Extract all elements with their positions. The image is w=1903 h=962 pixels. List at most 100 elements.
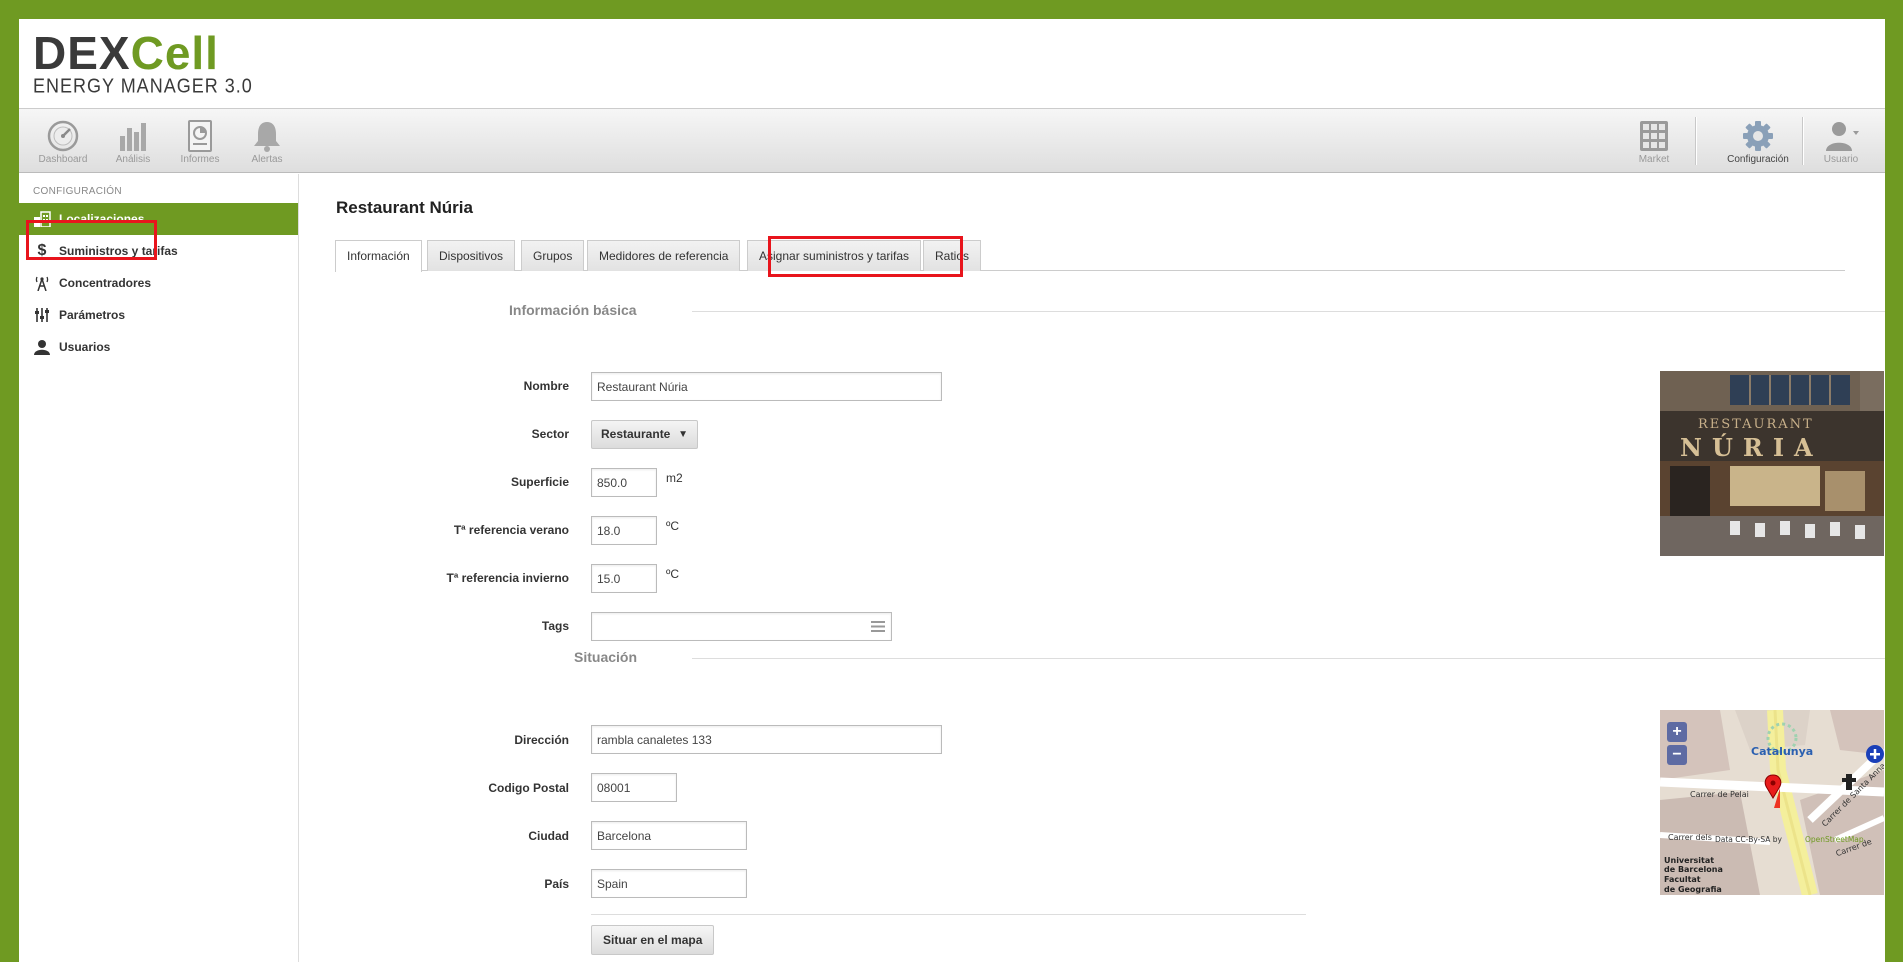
toolbar-configuracion-label: Configuración xyxy=(1727,154,1789,165)
nombre-input[interactable] xyxy=(591,372,942,401)
t-verano-input[interactable] xyxy=(591,516,657,545)
tab-medidores[interactable]: Medidores de referencia xyxy=(587,240,741,271)
sliders-icon xyxy=(35,308,49,322)
map-attribution-prefix: Data CC-By-SA by xyxy=(1715,835,1783,844)
chevron-down-icon: ▼ xyxy=(678,429,688,440)
direccion-input[interactable] xyxy=(591,725,942,754)
toolbar-separator xyxy=(1695,117,1696,165)
gear-icon xyxy=(1743,121,1773,151)
toolbar-usuario-label: Usuario xyxy=(1823,154,1859,165)
zoom-out-button[interactable]: − xyxy=(1667,745,1687,765)
map-image: Catalunya Carrer de Pelai Carrer de Sant… xyxy=(1660,710,1884,895)
logo-brand-green: Cell xyxy=(130,27,219,79)
sidebar-item-label: Suministros y tarifas xyxy=(59,244,178,258)
photo-sign-top: RESTAURANT xyxy=(1698,417,1814,432)
location-map[interactable]: Catalunya Carrer de Pelai Carrer de Sant… xyxy=(1660,710,1884,895)
map-label-street1: Carrer de Pelai xyxy=(1690,790,1749,799)
label-pais: País xyxy=(544,877,569,891)
sidebar-item-label: Localizaciones xyxy=(59,212,145,226)
sidebar-item-concentradores[interactable]: Concentradores xyxy=(19,267,298,299)
label-t-verano: Tª referencia verano xyxy=(453,523,569,537)
tab-grupos[interactable]: Grupos xyxy=(521,240,585,271)
header: DEXCell ENERGY MANAGER 3.0 xyxy=(19,19,1885,109)
dexcell-logo[interactable]: DEXCell ENERGY MANAGER 3.0 xyxy=(33,30,253,96)
zoom-in-button[interactable]: + xyxy=(1667,722,1687,742)
toolbar-market[interactable]: Market xyxy=(1622,119,1686,165)
toolbar-market-label: Market xyxy=(1638,154,1670,165)
t-invierno-input[interactable] xyxy=(591,564,657,593)
section-title-basic: Información básica xyxy=(509,302,637,318)
map-attribution-link: OpenStreetMap xyxy=(1805,835,1864,844)
toolbar-alertas[interactable]: Alertas xyxy=(235,119,299,165)
logo-brand-dark: DEX xyxy=(33,27,131,79)
sidebar: CONFIGURACIÓN Localizaciones $ Suministr… xyxy=(19,174,299,962)
cp-input[interactable] xyxy=(591,773,677,802)
tab-ratios[interactable]: Ratios xyxy=(923,240,982,271)
gauge-icon xyxy=(47,120,79,152)
tab-asignar-suministros[interactable]: Asignar suministros y tarifas xyxy=(747,240,922,271)
sidebar-item-label: Parámetros xyxy=(59,308,126,322)
label-tags: Tags xyxy=(541,619,569,633)
tags-input[interactable] xyxy=(591,612,892,641)
sector-select[interactable]: Restaurante ▼ xyxy=(591,420,698,449)
label-nombre: Nombre xyxy=(523,379,569,393)
main-content: Restaurant Núria Información Dispositivo… xyxy=(300,174,1885,962)
section-divider xyxy=(692,658,1885,659)
antenna-icon xyxy=(35,276,49,291)
map-label-uni4: de Geografia xyxy=(1664,885,1722,894)
t-verano-unit: ºC xyxy=(666,519,680,533)
buildings-icon xyxy=(34,211,51,227)
tab-bar: Información Dispositivos Grupos Medidore… xyxy=(335,240,1845,272)
user-icon xyxy=(34,340,50,355)
restaurant-photo-image: RESTAURANT NÚRIA xyxy=(1660,371,1884,556)
main-toolbar: Dashboard Análisis Informes Alertas Mark… xyxy=(19,109,1885,173)
label-cp: Codigo Postal xyxy=(488,781,569,795)
bell-icon xyxy=(254,122,280,152)
map-label-place: Catalunya xyxy=(1751,745,1813,758)
sidebar-item-suministros[interactable]: $ Suministros y tarifas xyxy=(19,235,298,267)
sector-value: Restaurante xyxy=(601,427,671,441)
section-title-location: Situación xyxy=(574,649,638,665)
toolbar-informes[interactable]: Informes xyxy=(168,119,232,165)
sidebar-item-label: Usuarios xyxy=(59,340,111,354)
superficie-unit: m2 xyxy=(666,471,683,485)
situar-mapa-button[interactable]: Situar en el mapa xyxy=(591,925,715,955)
map-label-uni3: Facultat xyxy=(1664,875,1701,884)
dollar-icon: $ xyxy=(37,242,47,259)
list-icon xyxy=(871,621,885,632)
sidebar-item-parametros[interactable]: Parámetros xyxy=(19,299,298,331)
grid-icon xyxy=(1640,121,1668,151)
label-sector: Sector xyxy=(531,427,569,441)
app-window: DEXCell ENERGY MANAGER 3.0 Dashboard Aná… xyxy=(19,19,1885,962)
location-photo: RESTAURANT NÚRIA xyxy=(1660,371,1884,556)
tab-dispositivos[interactable]: Dispositivos xyxy=(427,240,516,271)
pais-input[interactable] xyxy=(591,869,747,898)
toolbar-analisis[interactable]: Análisis xyxy=(101,119,165,165)
toolbar-usuario[interactable]: Usuario xyxy=(1809,119,1873,165)
t-invierno-unit: ºC xyxy=(666,567,680,581)
map-label-uni1: Universitat xyxy=(1664,856,1714,865)
photo-sign-main: NÚRIA xyxy=(1680,433,1823,462)
toolbar-separator xyxy=(1802,117,1803,165)
form-divider xyxy=(591,914,1306,915)
bar-chart-icon xyxy=(120,123,146,151)
sidebar-heading: CONFIGURACIÓN xyxy=(33,186,122,197)
toolbar-dashboard[interactable]: Dashboard xyxy=(31,119,95,165)
toolbar-alertas-label: Alertas xyxy=(251,154,283,165)
label-t-invierno: Tª referencia invierno xyxy=(446,571,569,585)
page-title: Restaurant Núria xyxy=(336,198,473,217)
superficie-input[interactable] xyxy=(591,468,657,497)
tab-informacion[interactable]: Información xyxy=(335,240,422,272)
toolbar-analisis-label: Análisis xyxy=(115,154,151,165)
label-direccion: Dirección xyxy=(514,733,569,747)
label-superficie: Superficie xyxy=(510,475,569,489)
section-divider xyxy=(692,311,1885,312)
ciudad-input[interactable] xyxy=(591,821,747,850)
toolbar-configuracion[interactable]: Configuración xyxy=(1719,119,1797,165)
user-icon xyxy=(1826,122,1859,151)
label-ciudad: Ciudad xyxy=(528,829,569,843)
sidebar-item-usuarios[interactable]: Usuarios xyxy=(19,331,298,363)
toolbar-informes-label: Informes xyxy=(180,154,220,165)
sidebar-item-localizaciones[interactable]: Localizaciones xyxy=(19,203,298,235)
map-label-uni2: de Barcelona xyxy=(1664,865,1723,874)
